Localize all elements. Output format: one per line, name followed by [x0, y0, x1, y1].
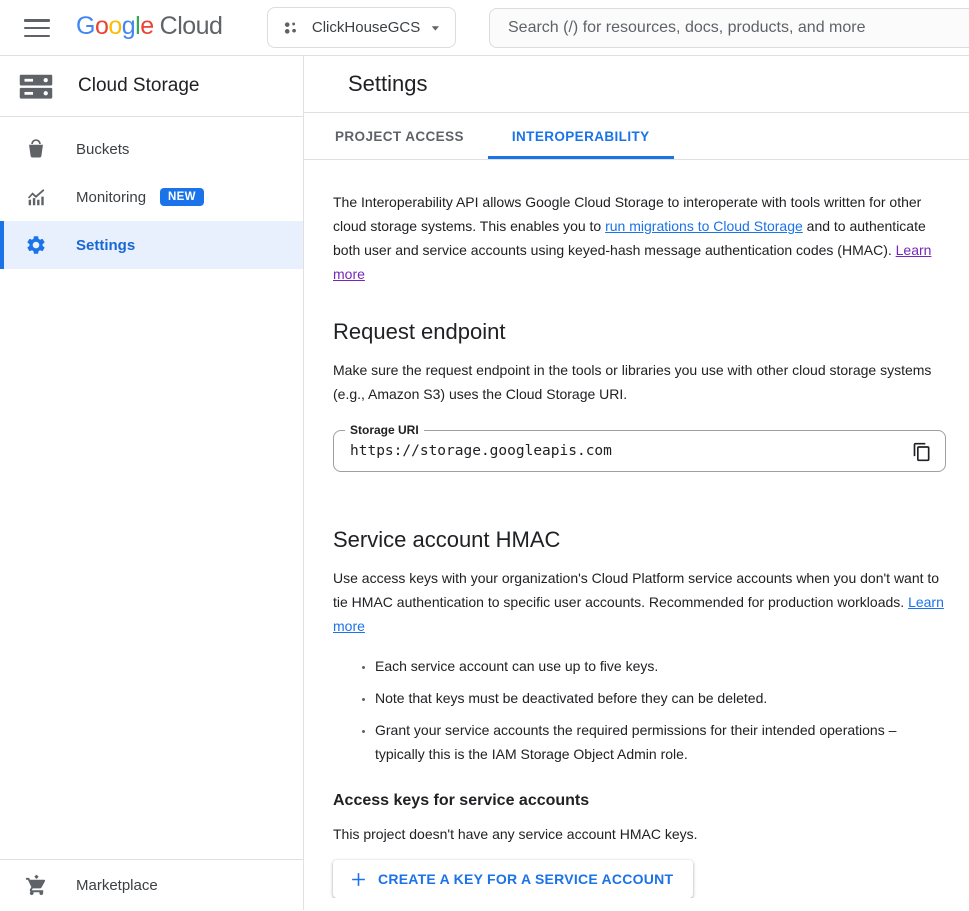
google-cloud-logo[interactable]: GoogleCloud	[76, 12, 222, 41]
access-keys-subheading: Access keys for service accounts	[333, 790, 945, 812]
chevron-down-icon	[430, 22, 441, 34]
storage-uri-label: Storage URI	[345, 423, 424, 438]
sidebar-item-label: Buckets	[76, 141, 129, 158]
project-name: ClickHouseGCS	[312, 19, 420, 36]
empty-state-text: This project doesn't have any service ac…	[333, 822, 945, 846]
gear-icon	[25, 234, 47, 256]
storage-uri-value: https://storage.googleapis.com	[334, 431, 945, 471]
sidebar-item-label: Monitoring	[76, 189, 146, 206]
project-selector[interactable]: ClickHouseGCS	[267, 7, 456, 48]
plus-icon	[349, 870, 368, 889]
product-title: Cloud Storage	[78, 75, 199, 97]
menu-icon[interactable]	[24, 17, 52, 39]
hmac-heading: Service account HMAC	[333, 526, 945, 554]
sidebar-item-buckets[interactable]: Buckets	[0, 125, 303, 173]
tab-interoperability[interactable]: INTEROPERABILITY	[488, 113, 674, 159]
page-title: Settings	[348, 71, 428, 97]
create-key-button[interactable]: CREATE A KEY FOR A SERVICE ACCOUNT	[333, 860, 693, 898]
sidebar-item-label: Settings	[76, 237, 135, 254]
intro-paragraph: The Interoperability API allows Google C…	[333, 190, 945, 286]
copy-button[interactable]	[909, 439, 935, 465]
new-badge: NEW	[160, 188, 204, 206]
bucket-icon	[25, 138, 47, 160]
hmac-paragraph: Use access keys with your organization's…	[333, 566, 945, 638]
run-migrations-link[interactable]: run migrations to Cloud Storage	[605, 218, 803, 234]
marketplace-cart-icon	[25, 874, 48, 897]
cloud-storage-icon	[18, 71, 54, 102]
project-icon	[282, 18, 300, 38]
page-header: Settings	[304, 56, 969, 113]
sidebar-item-monitoring[interactable]: Monitoring NEW	[0, 173, 303, 221]
hmac-text: Use access keys with your organization's…	[333, 570, 939, 610]
hmac-bullet-list: Each service account can use up to five …	[333, 654, 945, 766]
sidebar: Cloud Storage Buckets	[0, 56, 304, 910]
sidebar-item-marketplace[interactable]: Marketplace	[0, 859, 303, 910]
tab-panel-interoperability: The Interoperability API allows Google C…	[304, 160, 969, 898]
sidebar-product-header: Cloud Storage	[0, 56, 303, 117]
cloud-wordmark: Cloud	[160, 12, 223, 40]
monitoring-chart-icon	[25, 186, 47, 208]
sidebar-item-label: Marketplace	[76, 877, 158, 894]
list-item: Note that keys must be deactivated befor…	[375, 686, 945, 710]
request-endpoint-text: Make sure the request endpoint in the to…	[333, 358, 945, 406]
copy-icon	[912, 442, 932, 462]
search-input[interactable]	[489, 8, 969, 48]
storage-uri-field[interactable]: Storage URI https://storage.googleapis.c…	[333, 430, 946, 472]
tab-bar: PROJECT ACCESS INTEROPERABILITY	[304, 113, 969, 160]
google-wordmark: Google	[76, 12, 154, 40]
tab-project-access[interactable]: PROJECT ACCESS	[311, 113, 488, 159]
request-endpoint-heading: Request endpoint	[333, 318, 945, 346]
list-item: Grant your service accounts the required…	[375, 718, 945, 766]
top-bar: GoogleCloud ClickHouseGCS	[0, 0, 969, 56]
create-key-button-label: CREATE A KEY FOR A SERVICE ACCOUNT	[378, 871, 673, 887]
sidebar-item-settings[interactable]: Settings	[0, 221, 303, 269]
main-content: Settings PROJECT ACCESS INTEROPERABILITY…	[304, 56, 969, 910]
list-item: Each service account can use up to five …	[375, 654, 945, 678]
